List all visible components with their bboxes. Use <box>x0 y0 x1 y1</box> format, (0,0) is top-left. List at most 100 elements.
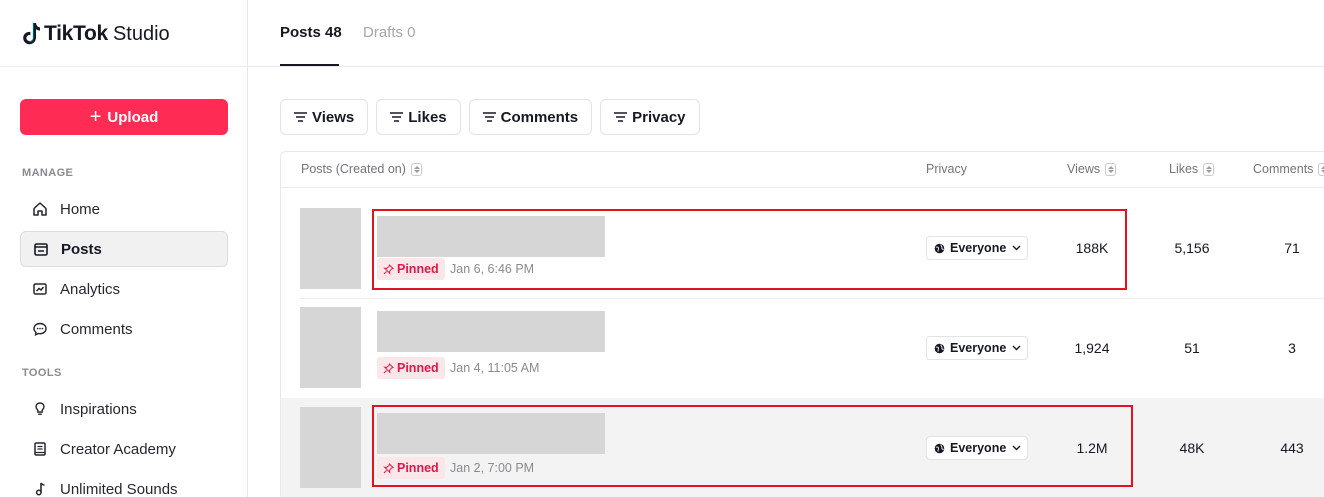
column-header-label: Comments <box>1253 162 1314 176</box>
filter-label: Comments <box>500 108 579 126</box>
upload-label: Upload <box>107 108 159 126</box>
globe-icon <box>934 243 945 253</box>
comments-value: 3 <box>1288 340 1296 356</box>
analytics-icon <box>33 283 47 295</box>
sidebar-item-label: Posts <box>61 240 102 258</box>
views-value: 188K <box>1075 240 1109 256</box>
filter-likes-button[interactable]: Likes <box>376 99 461 135</box>
sort-icon <box>1105 162 1117 176</box>
section-label-tools: TOOLS <box>22 367 62 379</box>
section-label-manage: MANAGE <box>22 167 74 179</box>
sidebar-item-creator-academy[interactable]: Creator Academy <box>20 431 228 467</box>
filter-label: Privacy <box>632 108 686 126</box>
sidebar-item-comments[interactable]: Comments <box>20 311 228 347</box>
column-header-views[interactable]: Views <box>1067 162 1117 176</box>
pin-icon <box>383 362 394 374</box>
post-title-redacted <box>377 413 605 454</box>
filter-lines-icon <box>390 112 404 122</box>
brand-sub: Studio <box>112 22 170 45</box>
sort-icon <box>1318 162 1324 176</box>
privacy-dropdown[interactable]: Everyone <box>926 236 1028 260</box>
brand-name: TikTok <box>44 22 108 45</box>
filter-comments-button[interactable]: Comments <box>468 99 593 135</box>
comments-value: 443 <box>1280 440 1304 456</box>
pinned-label: Pinned <box>397 361 439 375</box>
sidebar-item-posts[interactable]: Posts <box>20 231 228 267</box>
filter-label: Views <box>312 108 355 126</box>
post-thumbnail[interactable] <box>300 208 361 289</box>
column-header-comments[interactable]: Comments <box>1253 162 1324 176</box>
column-header-label: Views <box>1067 162 1101 176</box>
column-header-label: Likes <box>1169 162 1199 176</box>
post-title-redacted <box>377 311 605 352</box>
table-row[interactable]: Pinned Jan 4, 11:05 AM Everyone 1,924 51… <box>281 288 1324 388</box>
main-content: Posts 48 Drafts 0 Views Likes Comments P… <box>248 0 1324 497</box>
sidebar-item-label: Inspirations <box>60 400 137 418</box>
sidebar-item-home[interactable]: Home <box>20 191 228 227</box>
column-header-posts[interactable]: Posts (Created on) <box>301 162 422 176</box>
table-row[interactable]: Pinned Jan 2, 7:00 PM Everyone 1.2M 48K … <box>281 398 1324 497</box>
tiktok-note-icon <box>23 22 40 45</box>
table-row[interactable]: Pinned Jan 6, 6:46 PM Everyone 188K 5,15… <box>281 188 1324 289</box>
posts-icon <box>34 243 48 256</box>
views-value: 1.2M <box>1076 440 1108 456</box>
column-header-label: Posts (Created on) <box>301 162 406 176</box>
chevron-down-icon <box>1012 345 1021 351</box>
likes-value: 51 <box>1184 340 1200 356</box>
music-note-icon <box>35 482 45 496</box>
tab-posts[interactable]: Posts 48 <box>280 24 342 41</box>
globe-icon <box>934 443 945 453</box>
logo[interactable]: TikTok Studio <box>20 18 170 50</box>
tab-bar: Posts 48 Drafts 0 <box>248 0 1324 67</box>
filter-label: Likes <box>408 108 447 126</box>
post-date: Jan 2, 7:00 PM <box>450 461 535 475</box>
pinned-badge: Pinned <box>377 457 445 479</box>
comments-icon <box>33 322 47 336</box>
privacy-dropdown[interactable]: Everyone <box>926 336 1028 360</box>
sidebar-item-label: Creator Academy <box>60 440 176 458</box>
likes-value: 5,156 <box>1174 240 1210 256</box>
post-title-redacted <box>377 216 605 257</box>
sidebar-item-label: Home <box>60 200 101 218</box>
pin-icon <box>383 263 394 275</box>
filter-lines-icon <box>294 112 307 122</box>
lightbulb-icon <box>35 402 45 415</box>
column-header-privacy: Privacy <box>926 162 967 176</box>
views-value: 1,924 <box>1074 340 1110 356</box>
pinned-label: Pinned <box>397 262 439 276</box>
upload-button[interactable]: + Upload <box>20 99 228 135</box>
pinned-badge: Pinned <box>377 357 445 379</box>
privacy-value: Everyone <box>950 241 1007 255</box>
privacy-dropdown[interactable]: Everyone <box>926 436 1028 460</box>
filter-lines-icon <box>614 112 628 122</box>
column-header-label: Privacy <box>926 162 967 176</box>
plus-icon: + <box>89 106 102 128</box>
filter-privacy-button[interactable]: Privacy <box>600 99 700 135</box>
sidebar-item-label: Comments <box>60 320 133 338</box>
active-tab-indicator <box>280 64 339 66</box>
sidebar: TikTok Studio + Upload MANAGE Home Posts… <box>0 0 248 497</box>
post-date: Jan 6, 6:46 PM <box>450 262 535 276</box>
posts-table: Posts (Created on) Privacy Views Likes C… <box>280 151 1324 497</box>
privacy-value: Everyone <box>950 441 1007 455</box>
sidebar-item-analytics[interactable]: Analytics <box>20 271 228 307</box>
chevron-down-icon <box>1012 445 1021 451</box>
pinned-label: Pinned <box>397 461 439 475</box>
table-header: Posts (Created on) Privacy Views Likes C… <box>281 152 1324 188</box>
sidebar-item-label: Analytics <box>60 280 121 298</box>
pin-icon <box>383 462 394 474</box>
column-header-likes[interactable]: Likes <box>1169 162 1215 176</box>
chevron-down-icon <box>1012 245 1021 251</box>
home-icon <box>33 202 47 216</box>
filter-views-button[interactable]: Views <box>280 99 369 135</box>
post-date: Jan 4, 11:05 AM <box>450 361 540 375</box>
pinned-badge: Pinned <box>377 258 445 280</box>
filter-bar: Views Likes Comments Privacy <box>280 99 700 135</box>
sidebar-item-inspirations[interactable]: Inspirations <box>20 391 228 427</box>
post-thumbnail[interactable] <box>300 407 361 488</box>
tab-drafts[interactable]: Drafts 0 <box>363 24 416 41</box>
filter-lines-icon <box>482 112 496 122</box>
privacy-value: Everyone <box>950 341 1007 355</box>
sidebar-item-unlimited-sounds[interactable]: Unlimited Sounds <box>20 471 228 497</box>
post-thumbnail[interactable] <box>300 307 361 388</box>
